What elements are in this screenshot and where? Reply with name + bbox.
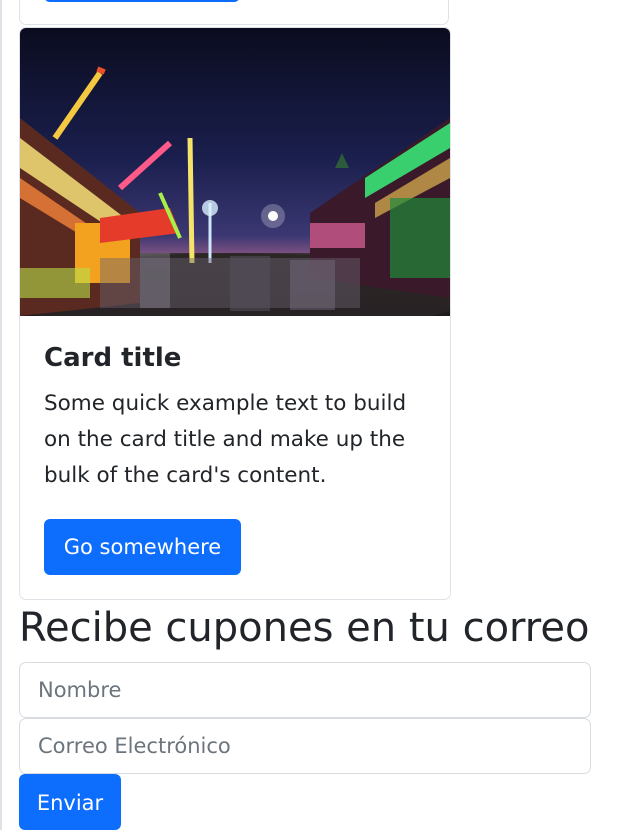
newsletter-heading: Recibe cupones en tu correo [19,605,590,651]
carnival-card: Card title Some quick example text to bu… [19,27,451,600]
card-body: Card title Some quick example text to bu… [44,338,426,494]
card-image [20,28,450,316]
email-field[interactable] [19,718,591,774]
previous-card-button[interactable] [44,0,240,2]
name-field[interactable] [19,662,591,718]
card-text: Some quick example text to build on the … [44,391,407,488]
go-somewhere-button[interactable]: Go somewhere [44,519,241,575]
page-left-border [0,0,2,830]
page-viewport: Card title Some quick example text to bu… [0,0,623,830]
submit-button[interactable]: Enviar [19,774,121,830]
card-title: Card title [44,343,182,373]
previous-card [19,0,449,25]
carnival-photo [20,28,450,316]
